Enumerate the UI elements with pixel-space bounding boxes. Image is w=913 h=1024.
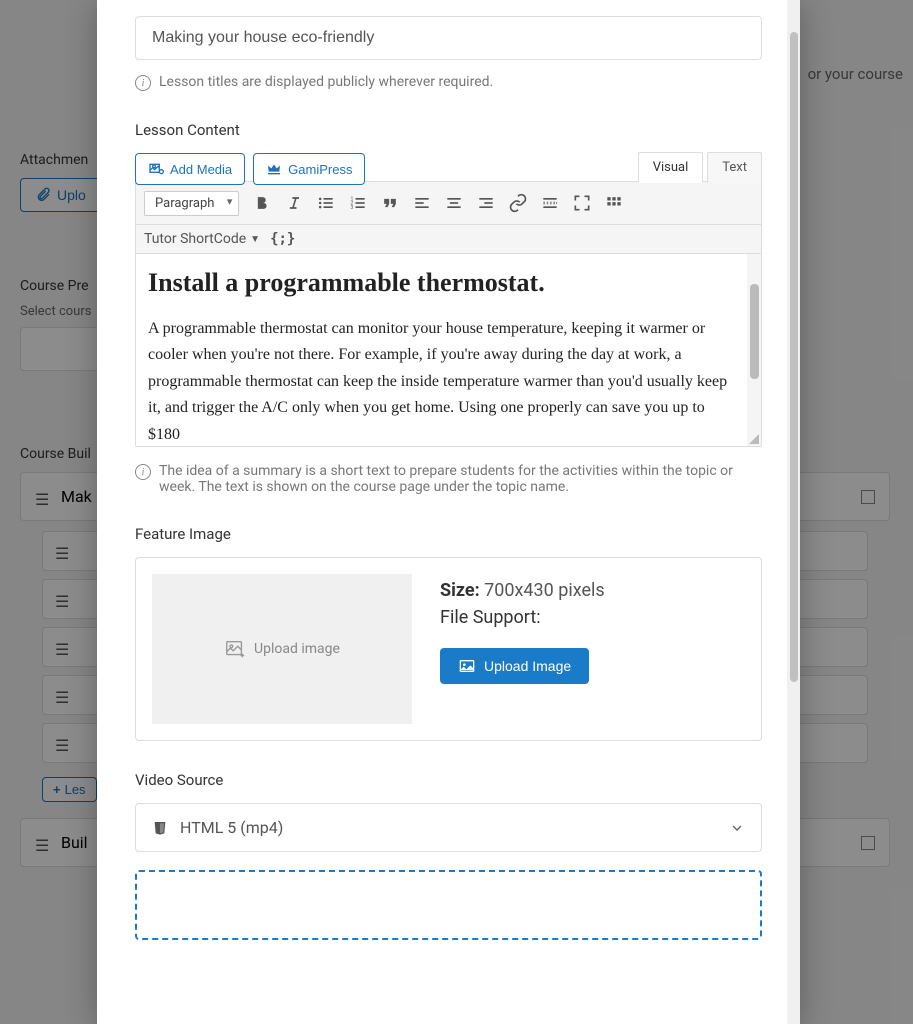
bold-button[interactable]	[247, 188, 277, 218]
video-source-label: Video Source	[135, 771, 762, 789]
code-button[interactable]: {;}	[270, 231, 295, 247]
video-source-select[interactable]: HTML 5 (mp4)	[135, 803, 762, 852]
feature-image-card: Upload image Size: 700x430 pixels File S…	[135, 557, 762, 741]
align-left-button[interactable]	[407, 188, 437, 218]
editor-toolbar-2: Tutor ShortCode ▼ {;}	[136, 225, 761, 254]
align-right-button[interactable]	[471, 188, 501, 218]
video-dropzone[interactable]	[135, 870, 762, 940]
editor-content-area[interactable]: Install a programmable thermostat. A pro…	[136, 254, 761, 446]
image-upload-dropzone[interactable]: Upload image	[152, 574, 412, 724]
svg-text:3: 3	[351, 205, 354, 211]
summary-hint: The idea of a summary is a short text to…	[159, 463, 762, 495]
align-center-button[interactable]	[439, 188, 469, 218]
picture-icon	[458, 658, 476, 674]
blockquote-button[interactable]	[375, 188, 405, 218]
shortcode-dropdown[interactable]: Tutor ShortCode ▼	[144, 231, 260, 247]
resize-handle[interactable]	[747, 432, 759, 444]
info-icon: i	[135, 464, 151, 480]
title-hint: Lesson titles are displayed publicly whe…	[159, 74, 493, 90]
visual-tab[interactable]: Visual	[638, 152, 704, 183]
fullscreen-button[interactable]	[567, 188, 597, 218]
html5-icon	[152, 819, 168, 837]
lesson-content-label: Lesson Content	[135, 121, 762, 139]
upload-image-button[interactable]: Upload Image	[440, 648, 589, 684]
wysiwyg-editor: Paragraph 123 Tutor ShortCode ▼	[135, 181, 762, 447]
image-icon	[224, 638, 246, 660]
insert-more-button[interactable]	[535, 188, 565, 218]
editor-toolbar: Paragraph 123	[136, 182, 761, 225]
modal-scrollbar[interactable]	[787, 0, 800, 1024]
editor-scrollbar[interactable]	[747, 254, 761, 446]
italic-button[interactable]	[279, 188, 309, 218]
editor-scrollbar-thumb[interactable]	[750, 284, 759, 379]
size-info: Size: 700x430 pixels	[440, 580, 605, 601]
feature-image-label: Feature Image	[135, 525, 762, 543]
content-heading[interactable]: Install a programmable thermostat.	[148, 268, 737, 298]
lesson-title-input[interactable]	[135, 16, 762, 60]
info-icon: i	[135, 75, 151, 91]
scrollbar-thumb[interactable]	[790, 32, 798, 682]
bullet-list-button[interactable]	[311, 188, 341, 218]
numbered-list-button[interactable]: 123	[343, 188, 373, 218]
text-tab[interactable]: Text	[707, 152, 762, 183]
lesson-editor-modal: i Lesson titles are displayed publicly w…	[97, 0, 800, 1024]
toolbar-toggle-button[interactable]	[599, 188, 629, 218]
file-support-info: File Support:	[440, 607, 605, 628]
chevron-down-icon	[729, 820, 745, 836]
format-select[interactable]: Paragraph	[144, 191, 239, 216]
content-paragraph[interactable]: A programmable thermostat can monitor yo…	[148, 316, 737, 446]
link-button[interactable]	[503, 188, 533, 218]
